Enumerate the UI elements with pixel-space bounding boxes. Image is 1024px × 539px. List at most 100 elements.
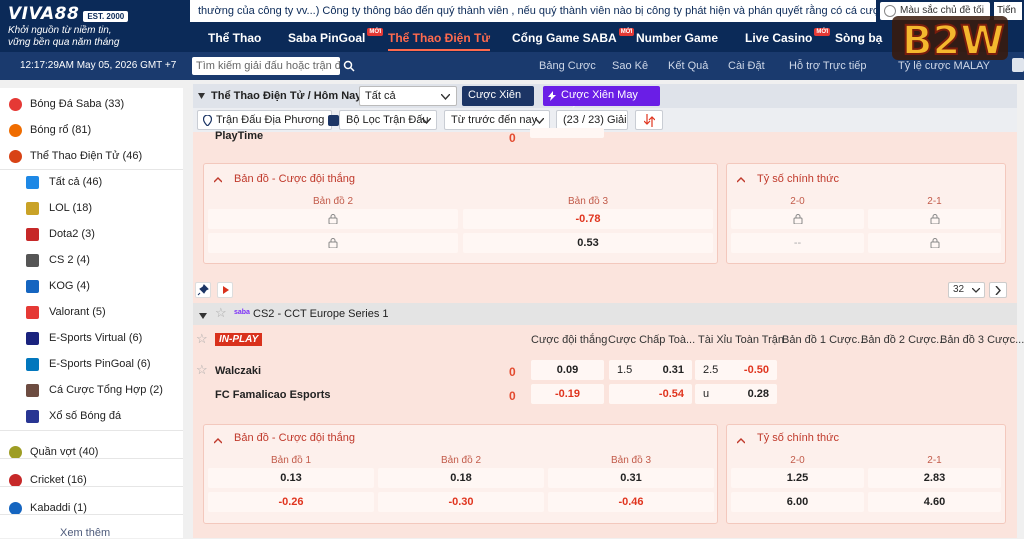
favorite-star-icon[interactable]: ☆ [196,362,208,378]
odds-cell[interactable]: 1.25 [731,468,864,488]
odds-cell[interactable]: 0.13 [208,468,374,488]
sidebar-item[interactable]: Thể Thao Điện Tử (46) [0,144,183,169]
chevron-up-icon[interactable] [213,435,223,444]
sidebar-item-label: CS 2 (4) [49,254,90,266]
tool-settings[interactable]: Cài Đặt [728,52,765,80]
parlay-button[interactable]: Cược Xiên [462,86,534,106]
odds-cell[interactable]: 2.83 [868,468,1001,488]
handicap-line: 1.5 [617,364,633,376]
sidebar-item-label: Cricket (16) [30,474,87,486]
collapse-caret-icon[interactable] [199,310,207,319]
see-more-button[interactable]: Xem thêm [60,527,110,539]
search-icon[interactable] [343,60,355,72]
odds-cell[interactable]: -0.46 [548,492,714,512]
market-filter-select[interactable]: Tất cả [359,86,457,106]
search-input[interactable]: Tìm kiếm giải đấu hoặc trận đấu [192,57,340,75]
game-icon [26,410,39,423]
odds-cell[interactable]: 4.60 [868,492,1001,512]
away-score: 0 [509,389,516,403]
sidebar-item[interactable]: Kabaddi (1) [0,496,183,521]
sidebar-item[interactable]: Xổ số Bóng đá [0,404,183,429]
sidebar-item-label: Tất cả (46) [49,176,103,188]
sidebar-item[interactable]: Valorant (5) [0,300,183,325]
odds-cell-locked[interactable] [731,209,864,229]
sidebar-item[interactable]: Quần vợt (40) [0,440,183,465]
lucky-parlay-button[interactable]: Cược Xiên May Mắn [543,86,660,119]
game-icon [26,306,39,319]
emblem-text: B2W [902,18,1004,64]
sidebar-item[interactable]: CS 2 (4) [0,248,183,273]
sidebar-item[interactable]: Cá Cược Tổng Hợp (2) [0,378,183,403]
moneyline-home[interactable]: 0.09 [531,360,604,380]
nav-saba-games[interactable]: Cổng Game SABA MỚI [512,27,635,49]
nav-esports[interactable]: Thể Thao Điện Tử [388,27,491,51]
in-play-badge: IN-PLAY [215,333,263,346]
nav-sports[interactable]: Thể Thao [208,27,261,49]
card-head: Bản đồ 3 [610,455,652,466]
sidebar-item[interactable]: Bóng Đá Saba (33) [0,92,183,117]
sidebar-item[interactable]: LOL (18) [0,196,183,221]
tool-live-support[interactable]: Hỗ trợ Trực tiếp [789,52,867,80]
site-logo[interactable]: VIVA88 EST. 2000 Khởi nguồn từ niềm tin, … [8,4,129,48]
nav-saba-pingoal[interactable]: Saba PinGoal MỚI [288,27,384,49]
ou-line: 2.5 [703,364,719,376]
sort-select[interactable]: Từ trước đến nay [444,110,550,130]
chevron-up-icon[interactable] [736,435,746,444]
odds-cell-locked[interactable] [530,128,604,138]
checkbox-checked-icon[interactable] [328,114,340,126]
favorite-star-icon[interactable]: ☆ [196,331,208,347]
sort-order-button[interactable] [635,110,663,130]
pin-button[interactable] [195,282,211,298]
more-markets-count[interactable]: 32 [948,282,985,298]
tool-statement[interactable]: Sao Kê [612,52,648,80]
chevron-up-icon[interactable] [213,174,223,183]
over-under-away[interactable]: u 0.28 [695,384,777,404]
tool-bet-list[interactable]: Bảng Cược [539,52,596,80]
sort-arrows-icon [644,114,655,127]
sidebar-item[interactable]: E-Sports PinGoal (6) [0,352,183,377]
announcement-marquee: thường của công ty vv...) Công ty thông … [190,0,876,22]
over-under-home[interactable]: 2.5 -0.50 [695,360,777,380]
card-head: Bản đồ 2 [312,196,354,207]
moneyline-away[interactable]: -0.19 [531,384,604,404]
tool-results[interactable]: Kết Quả [668,52,708,80]
odds-cell[interactable]: -0.30 [378,492,544,512]
card-title: Tỷ số chính thức [757,432,839,444]
match-filter-select[interactable]: Bộ Lọc Trận Đấu [339,110,437,130]
odds-cell-locked[interactable] [208,209,458,229]
local-match-filter[interactable]: Trận Đấu Địa Phương [197,110,340,130]
chevron-up-icon[interactable] [736,174,746,183]
collapse-caret-icon[interactable] [198,93,205,99]
sidebar-item[interactable]: KOG (4) [0,274,183,299]
stream-button[interactable] [217,282,233,298]
sidebar-item-label: KOG (4) [49,280,90,292]
lightning-icon [548,91,556,101]
logo-text: VIVA88 [8,4,80,24]
favorite-star-icon[interactable]: ☆ [215,305,227,321]
odds-cell[interactable]: -0.78 [463,209,713,229]
odds-cell[interactable]: 0.31 [548,468,714,488]
league-count-button[interactable]: (23 / 23) Giải [556,110,628,130]
nav-casino[interactable]: Sòng bạ [835,27,882,49]
odds-cell[interactable]: 0.18 [378,468,544,488]
odds-cell[interactable]: -0.26 [208,492,374,512]
sidebar-item[interactable]: Dota2 (3) [0,222,183,247]
nav-number-game[interactable]: Number Game [636,27,718,49]
sidebar-item[interactable]: Cricket (16) [0,468,183,493]
nav-live-casino[interactable]: Live Casino MỚI [745,27,831,49]
home-score: 0 [509,365,516,379]
next-button[interactable] [989,282,1007,298]
lock-icon [328,238,338,249]
odds-cell-locked[interactable] [208,233,458,253]
odds-cell-locked[interactable] [868,209,1001,229]
sidebar-item[interactable]: Bóng rổ (81) [0,118,183,143]
handicap-home[interactable]: 1.5 0.31 [609,360,692,380]
odds-cell[interactable]: 6.00 [731,492,864,512]
nav-label: Thể Thao [208,31,262,45]
sidebar-item[interactable]: Tất cả (46) [0,170,183,195]
odds-cell[interactable]: 0.53 [463,233,713,253]
sidebar-item[interactable]: E-Sports Virtual (6) [0,326,183,351]
handicap-away[interactable]: -0.54 [609,384,692,404]
odds-cell-locked[interactable] [868,233,1001,253]
market-column-header: Bản đồ 1 Cược... [782,334,867,346]
